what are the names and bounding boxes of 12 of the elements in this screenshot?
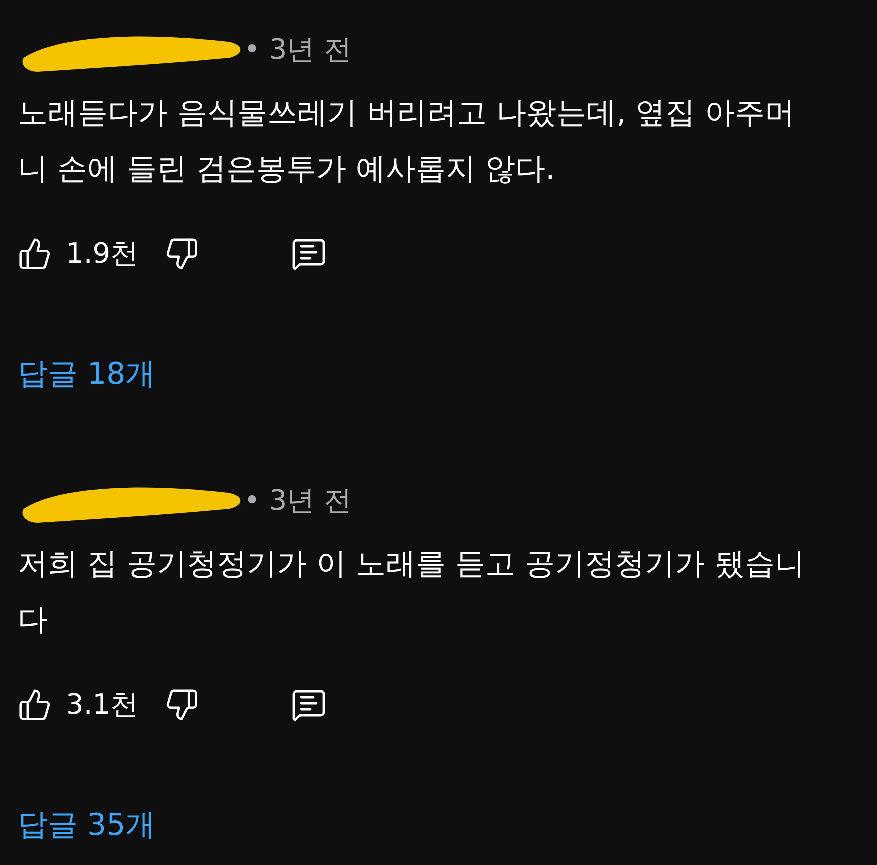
- thumbs-up-icon[interactable]: [18, 237, 52, 271]
- thumbs-down-icon[interactable]: [164, 688, 199, 722]
- like-count: 1.9천: [66, 236, 139, 272]
- replies-link[interactable]: 답글 35개: [18, 803, 156, 848]
- comment-text: 저희 집 공기청정기가 이 노래를 듣고 공기정청기가 됐습니다: [18, 546, 806, 640]
- comment-text: 노래듣다가 음식물쓰레기 버리려고 나왔는데, 옆집 아주머니 손에 들린 검은봉투가 예사롭지 않다.: [18, 95, 796, 189]
- comment-time: • 3년 전: [244, 483, 352, 519]
- thumbs-up-icon[interactable]: [18, 688, 52, 722]
- like-count: 3.1천: [66, 687, 139, 723]
- thumbs-down-icon[interactable]: [164, 237, 199, 271]
- comment-time: • 3년 전: [244, 32, 352, 68]
- replies-link[interactable]: 답글 18개: [18, 352, 156, 397]
